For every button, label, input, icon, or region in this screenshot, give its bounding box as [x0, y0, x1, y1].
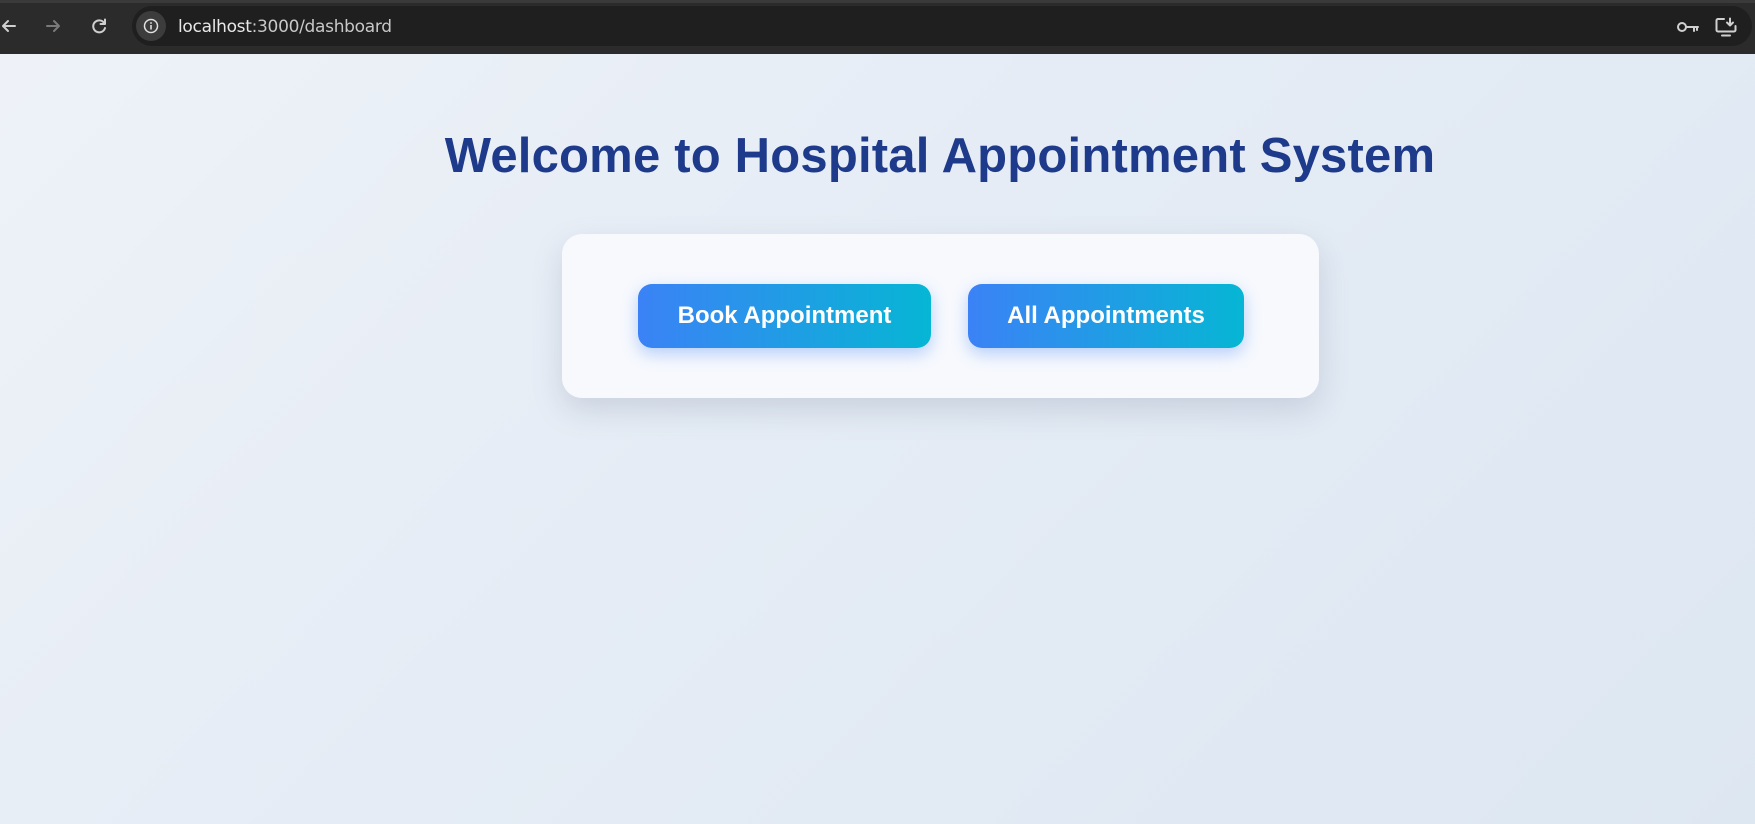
url-text[interactable]: localhost:3000/dashboard — [178, 17, 392, 37]
reload-button[interactable] — [86, 13, 112, 39]
install-app-icon — [1715, 17, 1737, 37]
back-button[interactable] — [0, 13, 22, 39]
url-path: :3000/dashboard — [251, 17, 392, 37]
actions-card: Book Appointment All Appointments — [562, 234, 1319, 398]
info-icon — [143, 18, 159, 34]
password-manager-button[interactable] — [1676, 16, 1700, 38]
page-title: Welcome to Hospital Appointment System — [444, 129, 1436, 183]
site-info-button[interactable] — [136, 11, 166, 41]
key-icon — [1677, 22, 1699, 32]
install-app-button[interactable] — [1714, 16, 1738, 38]
forward-button[interactable] — [40, 13, 66, 39]
arrow-right-icon — [46, 20, 60, 32]
book-appointment-button[interactable]: Book Appointment — [638, 284, 931, 348]
arrow-left-icon — [2, 20, 16, 32]
dashboard-page: Welcome to Hospital Appointment System B… — [0, 54, 1755, 824]
reload-icon — [92, 18, 106, 34]
address-bar[interactable]: localhost:3000/dashboard — [132, 6, 1752, 46]
all-appointments-button[interactable]: All Appointments — [968, 284, 1244, 348]
browser-toolbar: localhost:3000/dashboard — [0, 0, 1755, 54]
url-host: localhost — [178, 17, 252, 37]
